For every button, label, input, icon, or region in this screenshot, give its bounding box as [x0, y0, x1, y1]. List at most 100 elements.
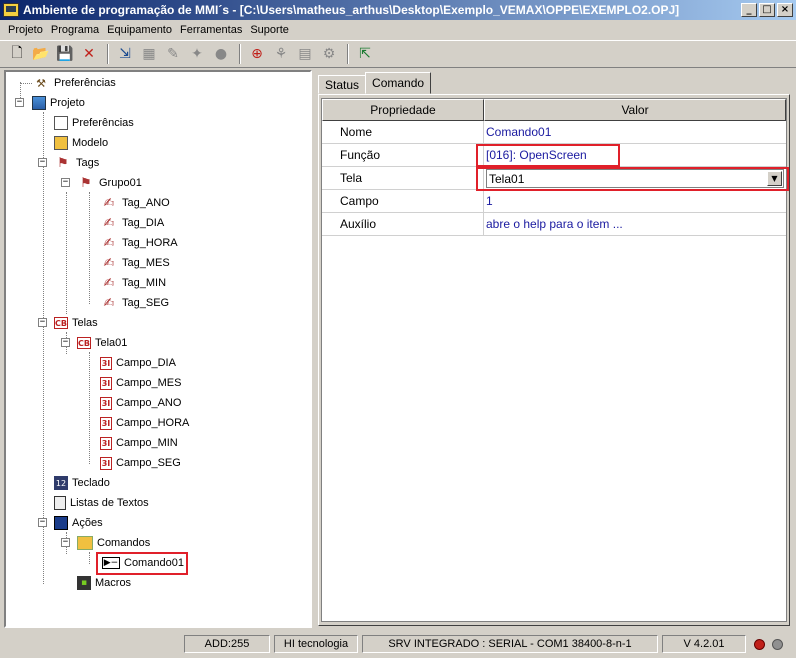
- tree-item-campo[interactable]: 3I Campo_MIN: [100, 433, 178, 453]
- expander-telas[interactable]: −: [38, 318, 47, 327]
- debug-icon[interactable]: ✎: [162, 43, 184, 65]
- tree-item-modelo[interactable]: Modelo: [54, 133, 108, 153]
- tags-icon: ⚑: [57, 155, 69, 171]
- tree-item-label: Teclado: [72, 477, 110, 489]
- tree-item-label: Tag_SEG: [122, 297, 170, 309]
- new-icon[interactable]: 🗋: [6, 43, 28, 65]
- field-icon: 3I: [100, 416, 112, 430]
- tree-item-tag[interactable]: ✍ Tag_MES: [100, 253, 170, 273]
- tree-item-campo[interactable]: 3I Campo_SEG: [100, 453, 181, 473]
- connect-icon[interactable]: ⊕: [246, 43, 268, 65]
- status-company: HI tecnologia: [274, 635, 358, 653]
- status-bar: ADD:255 HI tecnologia SRV INTEGRADO : SE…: [0, 632, 796, 656]
- tab-comando[interactable]: Comando: [365, 72, 432, 94]
- tree-item-campo[interactable]: 3I Campo_MES: [100, 373, 181, 393]
- tree-item-label: Tags: [76, 157, 100, 169]
- tree-item-label: Tag_HORA: [122, 237, 178, 249]
- tree-item-preferencias[interactable]: Preferências: [54, 113, 134, 133]
- field-icon: 3I: [100, 356, 112, 370]
- menu-suporte[interactable]: Suporte: [246, 24, 293, 36]
- grid-row-campo[interactable]: Campo 1: [322, 190, 786, 213]
- tree-item-label: Campo_SEG: [116, 457, 181, 469]
- tree-item-campo[interactable]: 3I Campo_HORA: [100, 413, 189, 433]
- title-bar: Ambiente de programação de MMI´s - [C:\U…: [0, 0, 796, 20]
- save-icon[interactable]: 💾: [54, 43, 76, 65]
- tree-item-campo[interactable]: 3I Campo_ANO: [100, 393, 181, 413]
- expander-grupo01[interactable]: −: [61, 178, 70, 187]
- tree-item-tag[interactable]: ✍ Tag_ANO: [100, 193, 170, 213]
- expander-tags[interactable]: −: [38, 158, 47, 167]
- property-value[interactable]: 1: [484, 190, 786, 212]
- settings-icon[interactable]: ⚙: [318, 43, 340, 65]
- tree-item-preferencias-root[interactable]: ⚒ Preferências: [32, 73, 116, 93]
- expander-comandos[interactable]: −: [61, 538, 70, 547]
- toolbar-separator: [107, 44, 109, 64]
- tree-line: [89, 192, 90, 304]
- tree-item-comandos[interactable]: Comandos: [77, 533, 150, 553]
- menu-ferramentas[interactable]: Ferramentas: [176, 24, 246, 36]
- tab-strip: Status Comando: [318, 72, 432, 94]
- property-value[interactable]: abre o help para o item ...: [484, 213, 786, 235]
- minimize-button[interactable]: _: [741, 3, 757, 17]
- expander-acoes[interactable]: −: [38, 518, 47, 527]
- run-icon[interactable]: ✦: [186, 43, 208, 65]
- tree-item-tags[interactable]: ⚑ Tags: [54, 153, 99, 173]
- stop-icon[interactable]: ●: [210, 43, 232, 65]
- tree-item-listas-de-textos[interactable]: Listas de Textos: [54, 493, 149, 513]
- tree-item-tela01[interactable]: CB Tela01: [77, 333, 127, 353]
- grid-row-nome[interactable]: Nome Comando01: [322, 121, 786, 144]
- open-icon[interactable]: 📂: [30, 43, 52, 65]
- delete-icon[interactable]: ✕: [78, 43, 100, 65]
- expander-tela01[interactable]: −: [61, 338, 70, 347]
- property-name: Nome: [322, 121, 484, 143]
- menu-projeto[interactable]: Projeto: [4, 24, 47, 36]
- highlight-tela: [476, 167, 789, 191]
- exit-icon[interactable]: ⇱: [354, 43, 376, 65]
- close-button[interactable]: ×: [777, 3, 793, 17]
- tree-item-projeto[interactable]: Projeto: [32, 93, 85, 113]
- tree-item-grupo01[interactable]: ⚑ Grupo01: [77, 173, 142, 193]
- property-value[interactable]: Comando01: [484, 121, 786, 143]
- led-red-icon: [754, 639, 765, 650]
- tree-item-campo[interactable]: 3I Campo_DIA: [100, 353, 176, 373]
- tree-item-macros[interactable]: ▪ Macros: [77, 573, 131, 593]
- actions-icon: [54, 516, 68, 530]
- tree-line: [89, 552, 90, 564]
- network-icon[interactable]: ⚘: [270, 43, 292, 65]
- status-version: V 4.2.01: [662, 635, 746, 653]
- header-valor[interactable]: Valor: [484, 99, 786, 121]
- menu-equipamento[interactable]: Equipamento: [103, 24, 176, 36]
- tree-item-label: Telas: [72, 317, 98, 329]
- window-title: Ambiente de programação de MMI´s - [C:\U…: [23, 3, 680, 17]
- menu-programa[interactable]: Programa: [47, 24, 103, 36]
- tree-item-tag[interactable]: ✍ Tag_SEG: [100, 293, 170, 313]
- header-propriedade[interactable]: Propriedade: [322, 99, 484, 121]
- toolbar-separator: [347, 44, 349, 64]
- tree-item-label: Campo_DIA: [116, 357, 176, 369]
- tree-item-tag[interactable]: ✍ Tag_DIA: [100, 213, 165, 233]
- tab-status[interactable]: Status: [318, 75, 367, 94]
- tag-icon: ✍: [103, 275, 115, 291]
- tree-item-acoes[interactable]: Ações: [54, 513, 103, 533]
- tree-item-tag[interactable]: ✍ Tag_MIN: [100, 273, 166, 293]
- checklist-icon: [54, 116, 68, 130]
- compile-icon[interactable]: ⇲: [114, 43, 136, 65]
- tag-icon: ✍: [103, 255, 115, 271]
- grid-row-auxilio[interactable]: Auxílio abre o help para o item ...: [322, 213, 786, 236]
- tree-item-telas[interactable]: CB Telas: [54, 313, 98, 333]
- led-gray-icon: [772, 639, 783, 650]
- tag-group-icon: ⚑: [80, 175, 92, 191]
- tree-item-tag[interactable]: ✍ Tag_HORA: [100, 233, 178, 253]
- maximize-button[interactable]: □: [759, 3, 775, 17]
- monitor-icon[interactable]: ▤: [294, 43, 316, 65]
- grid-header: Propriedade Valor: [322, 99, 786, 121]
- screen-icon: CB: [77, 337, 91, 349]
- tree-item-label: Comandos: [97, 537, 151, 549]
- tree-line: [20, 83, 32, 84]
- tree-item-teclado[interactable]: 12 Teclado: [54, 473, 110, 493]
- tree-item-label: Tag_DIA: [122, 217, 165, 229]
- commands-icon: [77, 536, 93, 550]
- tag-icon: ✍: [103, 195, 115, 211]
- expander-projeto[interactable]: −: [15, 98, 24, 107]
- transfer-icon[interactable]: ▦: [138, 43, 160, 65]
